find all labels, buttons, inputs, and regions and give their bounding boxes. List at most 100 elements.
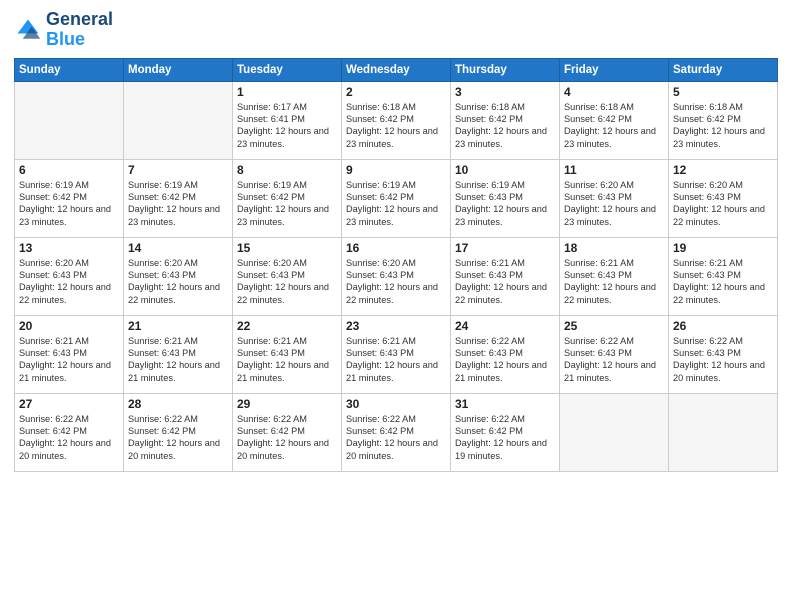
- day-info: Sunrise: 6:21 AM Sunset: 6:43 PM Dayligh…: [564, 257, 664, 307]
- day-number: 5: [673, 85, 773, 99]
- col-header-wednesday: Wednesday: [342, 58, 451, 81]
- day-info: Sunrise: 6:21 AM Sunset: 6:43 PM Dayligh…: [673, 257, 773, 307]
- day-info: Sunrise: 6:22 AM Sunset: 6:42 PM Dayligh…: [455, 413, 555, 463]
- calendar-cell: 18Sunrise: 6:21 AM Sunset: 6:43 PM Dayli…: [560, 237, 669, 315]
- col-header-thursday: Thursday: [451, 58, 560, 81]
- calendar-cell: 10 Sunrise: 6:19 AM Sunset: 6:43 PM Dayli…: [451, 159, 560, 237]
- day-number: 17: [455, 241, 555, 255]
- day-number: 1: [237, 85, 337, 99]
- day-number: 25: [564, 319, 664, 333]
- calendar-cell: 16 Sunrise: 6:20 AM Sunset: 6:43 PM Dayli…: [342, 237, 451, 315]
- calendar-cell: 24 Sunrise: 6:22 AM Sunset: 6:43 PM Dayli…: [451, 315, 560, 393]
- logo-blue: Blue: [46, 30, 113, 50]
- logo-icon: [14, 16, 42, 44]
- day-number: 15: [237, 241, 337, 255]
- calendar-cell: 4Sunrise: 6:18 AM Sunset: 6:42 PM Daylig…: [560, 81, 669, 159]
- week-row-2: 13 Sunrise: 6:20 AM Sunset: 6:43 PM Dayli…: [15, 237, 778, 315]
- day-info: Sunrise: 6:20 AM Sunset: 6:43 PM Dayligh…: [128, 257, 228, 307]
- calendar-cell: 12 Sunrise: 6:20 AM Sunset: 6:43 PM Dayli…: [669, 159, 778, 237]
- day-info: Sunrise: 6:22 AM Sunset: 6:42 PM Dayligh…: [346, 413, 446, 463]
- day-number: 26: [673, 319, 773, 333]
- calendar-cell: 8 Sunrise: 6:19 AM Sunset: 6:42 PM Daylig…: [233, 159, 342, 237]
- day-info: Sunrise: 6:20 AM Sunset: 6:43 PM Dayligh…: [19, 257, 119, 307]
- day-info: Sunrise: 6:20 AM Sunset: 6:43 PM Dayligh…: [564, 179, 664, 229]
- calendar-cell: 29 Sunrise: 6:22 AM Sunset: 6:42 PM Dayli…: [233, 393, 342, 471]
- calendar-body: 1Sunrise: 6:17 AM Sunset: 6:41 PM Daylig…: [15, 81, 778, 471]
- day-info: Sunrise: 6:22 AM Sunset: 6:43 PM Dayligh…: [455, 335, 555, 385]
- week-row-1: 6Sunrise: 6:19 AM Sunset: 6:42 PM Daylig…: [15, 159, 778, 237]
- calendar-cell: 30Sunrise: 6:22 AM Sunset: 6:42 PM Dayli…: [342, 393, 451, 471]
- day-info: Sunrise: 6:20 AM Sunset: 6:43 PM Dayligh…: [346, 257, 446, 307]
- day-number: 24: [455, 319, 555, 333]
- day-info: Sunrise: 6:21 AM Sunset: 6:43 PM Dayligh…: [455, 257, 555, 307]
- day-number: 2: [346, 85, 446, 99]
- col-header-monday: Monday: [124, 58, 233, 81]
- calendar-cell: 2 Sunrise: 6:18 AM Sunset: 6:42 PM Daylig…: [342, 81, 451, 159]
- week-row-0: 1Sunrise: 6:17 AM Sunset: 6:41 PM Daylig…: [15, 81, 778, 159]
- day-number: 4: [564, 85, 664, 99]
- day-number: 28: [128, 397, 228, 411]
- day-info: Sunrise: 6:20 AM Sunset: 6:43 PM Dayligh…: [237, 257, 337, 307]
- day-info: Sunrise: 6:18 AM Sunset: 6:42 PM Dayligh…: [346, 101, 446, 151]
- day-number: 20: [19, 319, 119, 333]
- calendar-cell: [15, 81, 124, 159]
- day-number: 12: [673, 163, 773, 177]
- day-info: Sunrise: 6:21 AM Sunset: 6:43 PM Dayligh…: [346, 335, 446, 385]
- col-header-sunday: Sunday: [15, 58, 124, 81]
- calendar-table: SundayMondayTuesdayWednesdayThursdayFrid…: [14, 58, 778, 472]
- calendar-cell: 25Sunrise: 6:22 AM Sunset: 6:43 PM Dayli…: [560, 315, 669, 393]
- day-number: 9: [346, 163, 446, 177]
- calendar-cell: 17 Sunrise: 6:21 AM Sunset: 6:43 PM Dayli…: [451, 237, 560, 315]
- day-number: 8: [237, 163, 337, 177]
- day-number: 11: [564, 163, 664, 177]
- calendar-cell: 20 Sunrise: 6:21 AM Sunset: 6:43 PM Dayli…: [15, 315, 124, 393]
- day-info: Sunrise: 6:21 AM Sunset: 6:43 PM Dayligh…: [128, 335, 228, 385]
- col-header-saturday: Saturday: [669, 58, 778, 81]
- calendar-cell: 26 Sunrise: 6:22 AM Sunset: 6:43 PM Dayli…: [669, 315, 778, 393]
- day-info: Sunrise: 6:19 AM Sunset: 6:42 PM Dayligh…: [346, 179, 446, 229]
- calendar-cell: 28 Sunrise: 6:22 AM Sunset: 6:42 PM Dayli…: [124, 393, 233, 471]
- day-number: 29: [237, 397, 337, 411]
- day-info: Sunrise: 6:19 AM Sunset: 6:42 PM Dayligh…: [19, 179, 119, 229]
- day-number: 14: [128, 241, 228, 255]
- calendar-cell: 3Sunrise: 6:18 AM Sunset: 6:42 PM Daylig…: [451, 81, 560, 159]
- day-info: Sunrise: 6:21 AM Sunset: 6:43 PM Dayligh…: [19, 335, 119, 385]
- logo-general: General: [46, 10, 113, 30]
- week-row-4: 27 Sunrise: 6:22 AM Sunset: 6:42 PM Dayli…: [15, 393, 778, 471]
- col-header-friday: Friday: [560, 58, 669, 81]
- day-info: Sunrise: 6:19 AM Sunset: 6:43 PM Dayligh…: [455, 179, 555, 229]
- logo: General Blue: [14, 10, 113, 50]
- day-info: Sunrise: 6:19 AM Sunset: 6:42 PM Dayligh…: [128, 179, 228, 229]
- calendar-cell: 7 Sunrise: 6:19 AM Sunset: 6:42 PM Daylig…: [124, 159, 233, 237]
- day-info: Sunrise: 6:22 AM Sunset: 6:42 PM Dayligh…: [128, 413, 228, 463]
- day-number: 13: [19, 241, 119, 255]
- day-number: 3: [455, 85, 555, 99]
- page: General Blue SundayMondayTuesdayWednesda…: [0, 0, 792, 612]
- calendar-cell: 11 Sunrise: 6:20 AM Sunset: 6:43 PM Dayli…: [560, 159, 669, 237]
- day-number: 16: [346, 241, 446, 255]
- day-number: 7: [128, 163, 228, 177]
- day-info: Sunrise: 6:19 AM Sunset: 6:42 PM Dayligh…: [237, 179, 337, 229]
- day-info: Sunrise: 6:21 AM Sunset: 6:43 PM Dayligh…: [237, 335, 337, 385]
- day-info: Sunrise: 6:22 AM Sunset: 6:43 PM Dayligh…: [673, 335, 773, 385]
- day-number: 27: [19, 397, 119, 411]
- day-number: 23: [346, 319, 446, 333]
- calendar-cell: 27Sunrise: 6:22 AM Sunset: 6:42 PM Dayli…: [15, 393, 124, 471]
- calendar-cell: 1Sunrise: 6:17 AM Sunset: 6:41 PM Daylig…: [233, 81, 342, 159]
- header: General Blue: [14, 10, 778, 50]
- calendar-cell: 6Sunrise: 6:19 AM Sunset: 6:42 PM Daylig…: [15, 159, 124, 237]
- day-number: 10: [455, 163, 555, 177]
- calendar-cell: 31Sunrise: 6:22 AM Sunset: 6:42 PM Dayli…: [451, 393, 560, 471]
- calendar-header-row: SundayMondayTuesdayWednesdayThursdayFrid…: [15, 58, 778, 81]
- day-number: 19: [673, 241, 773, 255]
- day-number: 21: [128, 319, 228, 333]
- calendar-cell: [124, 81, 233, 159]
- calendar-cell: 23 Sunrise: 6:21 AM Sunset: 6:43 PM Dayli…: [342, 315, 451, 393]
- calendar-cell: 15 Sunrise: 6:20 AM Sunset: 6:43 PM Dayli…: [233, 237, 342, 315]
- day-info: Sunrise: 6:18 AM Sunset: 6:42 PM Dayligh…: [673, 101, 773, 151]
- calendar-cell: 13 Sunrise: 6:20 AM Sunset: 6:43 PM Dayli…: [15, 237, 124, 315]
- day-info: Sunrise: 6:20 AM Sunset: 6:43 PM Dayligh…: [673, 179, 773, 229]
- day-info: Sunrise: 6:22 AM Sunset: 6:42 PM Dayligh…: [237, 413, 337, 463]
- calendar-cell: 22Sunrise: 6:21 AM Sunset: 6:43 PM Dayli…: [233, 315, 342, 393]
- calendar-cell: [669, 393, 778, 471]
